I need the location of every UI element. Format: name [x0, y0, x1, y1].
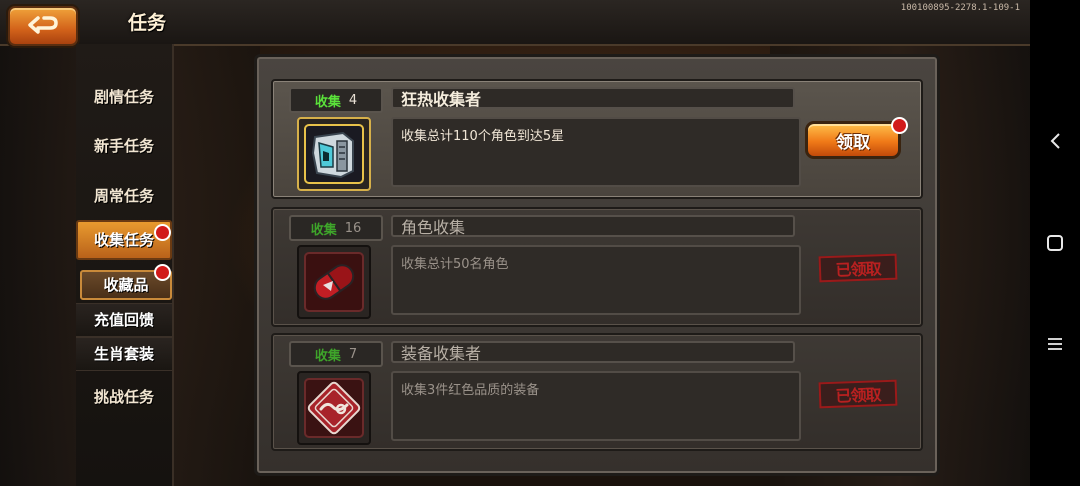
task-tag: 收集 4: [289, 87, 383, 113]
task-panel: 收集 4 狂热收集者 收集总计110个角色到达5星 领取 收集 16 角色收集: [254, 54, 940, 476]
system-menu-button[interactable]: [1030, 336, 1080, 352]
task-tag-label: 收集: [314, 348, 341, 364]
gear-badge-icon: [304, 378, 364, 438]
task-description: 收集总计110个角色到达5星: [391, 117, 801, 187]
task-tag: 收集 7: [289, 341, 383, 367]
task-name: 角色收集: [391, 215, 795, 237]
task-tag-label: 收集: [310, 222, 337, 238]
claim-notify-dot: [891, 117, 908, 134]
version-label: 100100895-2278.1-109-1: [900, 3, 1020, 13]
nav-item-weekly[interactable]: 周常任务: [76, 185, 172, 206]
system-back-button[interactable]: [1030, 132, 1080, 150]
task-description: 收集3件红色品质的装备: [391, 371, 801, 441]
collect-notify-dot: [154, 224, 171, 241]
menu-icon: [1048, 338, 1062, 350]
nav-item-zodiac[interactable]: 生肖套装: [76, 337, 172, 371]
task-icon-frame: [297, 245, 371, 319]
nav-item-newbie[interactable]: 新手任务: [76, 135, 172, 156]
nav-item-challenge[interactable]: 挑战任务: [76, 386, 172, 407]
collection-notify-dot: [154, 264, 171, 281]
task-tag: 收集 16: [289, 215, 383, 241]
claimed-stamp: 已领取: [818, 253, 898, 283]
task-name: 装备收集者: [391, 341, 795, 363]
square-icon: [1047, 235, 1063, 251]
task-card: 收集 4 狂热收集者 收集总计110个角色到达5星 领取: [271, 79, 923, 199]
nav-item-story[interactable]: 剧情任务: [76, 86, 172, 107]
task-tag-label: 收集: [314, 94, 341, 110]
top-bar: 任务 100100895-2278.1-109-1: [0, 0, 1030, 46]
task-description: 收集总计50名角色: [391, 245, 801, 315]
task-name: 狂热收集者: [391, 87, 795, 109]
back-button[interactable]: [8, 6, 78, 46]
left-nav: 剧情任务 新手任务 周常任务 收集任务 收藏品 充值回馈 生肖套装 挑战任务: [76, 44, 174, 486]
capsule-icon: [304, 252, 364, 312]
task-card: 收集 7 装备收集者 收集3件红色品质的装备 已领取: [271, 333, 923, 451]
system-nav-bar: [1030, 0, 1080, 486]
robot-head-icon: [304, 124, 364, 184]
nav-item-recharge[interactable]: 充值回馈: [76, 303, 172, 337]
task-card: 收集 16 角色收集 收集总计50名角色 已领取: [271, 207, 923, 327]
claim-button[interactable]: 领取: [805, 121, 901, 159]
task-tag-count: 4: [348, 92, 358, 108]
back-arrow-icon: [28, 16, 58, 34]
chevron-left-icon: [1050, 133, 1060, 149]
page-title: 任务: [128, 12, 167, 34]
claimed-stamp: 已领取: [818, 379, 898, 409]
task-tag-count: 7: [348, 346, 358, 362]
task-icon-frame: [297, 117, 371, 191]
system-home-button[interactable]: [1030, 234, 1080, 252]
task-icon-frame: [297, 371, 371, 445]
task-tag-count: 16: [344, 220, 362, 236]
